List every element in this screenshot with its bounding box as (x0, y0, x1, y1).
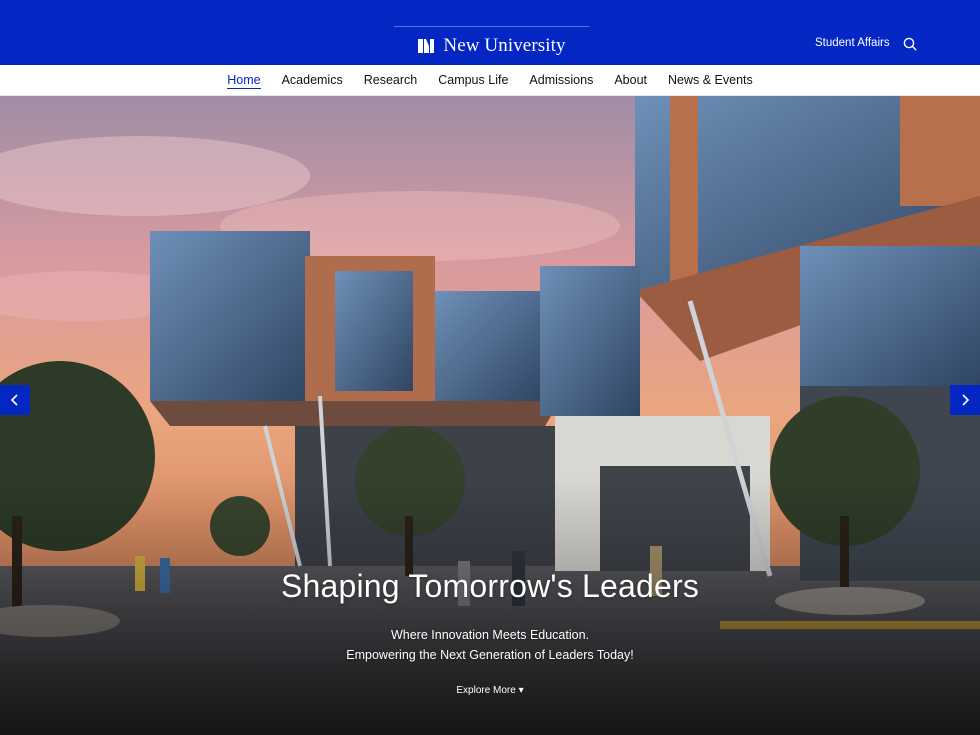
explore-more-button[interactable]: Explore More ▾ (456, 685, 523, 696)
chevron-left-icon (10, 394, 18, 406)
chevron-right-icon (962, 394, 970, 406)
main-navigation: Home Academics Research Campus Life Admi… (0, 65, 980, 96)
book-logo-icon (418, 38, 435, 53)
brand-name: New University (443, 34, 566, 56)
hero-subtitle-line-1: Where Innovation Meets Education. (390, 628, 590, 642)
nav-list: Home Academics Research Campus Life Admi… (0, 65, 980, 96)
nav-item-about[interactable]: About (604, 65, 658, 96)
search-icon[interactable] (902, 36, 918, 52)
brand-logo-link[interactable]: New University (394, 26, 589, 64)
carousel-prev-button[interactable] (0, 385, 30, 415)
nav-item-research[interactable]: Research (353, 65, 428, 96)
nav-item-admissions[interactable]: Admissions (519, 65, 604, 96)
student-affairs-link[interactable]: Student Affairs (815, 37, 890, 49)
nav-item-home[interactable]: Home (217, 65, 271, 96)
nav-item-campus-life[interactable]: Campus Life (428, 65, 519, 96)
hero-carousel: Shaping Tomorrow's Leaders Where Innovat… (0, 96, 980, 735)
hero-title: Shaping Tomorrow's Leaders (280, 568, 700, 604)
nav-item-news-events[interactable]: News & Events (658, 65, 764, 96)
top-header: New University Student Affairs (0, 0, 980, 65)
hero-text-block: Shaping Tomorrow's Leaders Where Innovat… (0, 568, 980, 698)
hero-subtitle: Where Innovation Meets Education. Empowe… (0, 625, 980, 665)
nav-item-academics[interactable]: Academics (271, 65, 353, 96)
hero-subtitle-line-2: Empowering the Next Generation of Leader… (346, 648, 634, 662)
carousel-next-button[interactable] (950, 385, 980, 415)
